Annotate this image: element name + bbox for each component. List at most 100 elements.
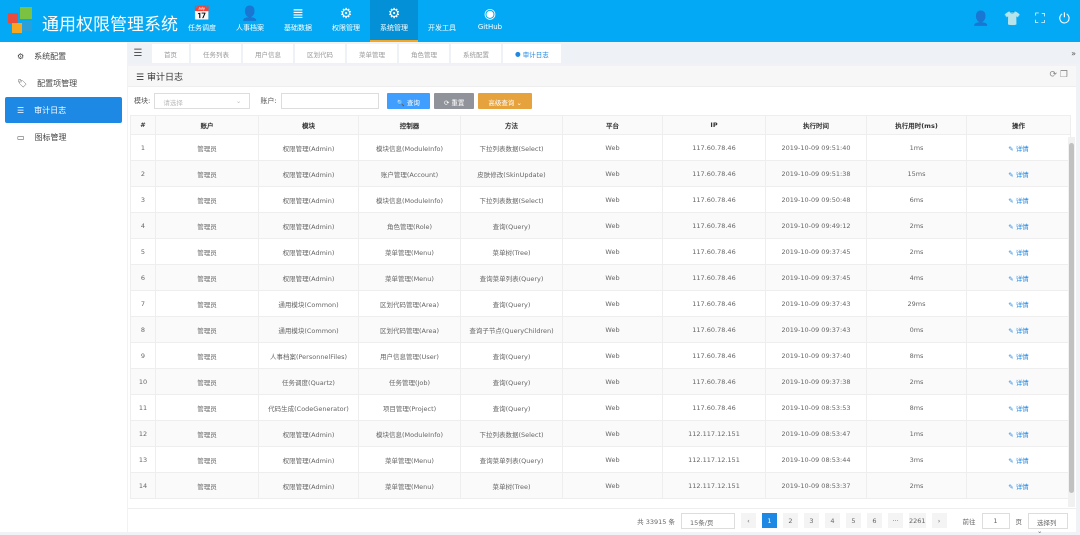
table-cell: Web: [562, 290, 663, 317]
sidebar-item-audit-log[interactable]: ☰ 审计日志: [5, 97, 122, 123]
tab[interactable]: 任务列表: [191, 44, 241, 63]
tab[interactable]: 首页: [152, 44, 189, 63]
table-row: 4 管理员 权限管理(Admin) 角色管理(Role) 查询(Query) Web 117…: [130, 212, 1071, 239]
table-cell: 通用模块(Common): [258, 290, 359, 317]
detail-link[interactable]: ✎ 详情: [1008, 171, 1029, 179]
table-cell: 8ms: [866, 394, 967, 421]
database-icon: ≣: [292, 6, 304, 22]
tabs-more-icon[interactable]: »: [1071, 49, 1076, 58]
user-icon[interactable]: 👤: [972, 11, 989, 27]
page-size-select[interactable]: 15条/页: [680, 512, 735, 529]
app-title: 通用权限管理系统: [42, 15, 178, 35]
detail-link[interactable]: ✎ 详情: [1008, 353, 1029, 361]
nav-item[interactable]: ◉ GitHub: [466, 0, 514, 42]
detail-link[interactable]: ✎ 详情: [1008, 327, 1029, 335]
table-cell: 菜单管理(Menu): [358, 472, 461, 499]
audit-log-table: # 账户 模块 控制器 方法 平台 IP 执行时间 执行用时(ms) 操作 1 管理员 权限管理(Ad…: [130, 115, 1071, 499]
table-cell: 管理员: [155, 238, 259, 265]
table-cell: 117.60.78.46: [662, 342, 766, 369]
prev-page-button[interactable]: ‹: [740, 513, 756, 528]
table-cell: 1: [130, 134, 156, 161]
tab[interactable]: 角色管理: [399, 44, 449, 63]
fullscreen-icon[interactable]: ⛶: [1035, 11, 1045, 27]
search-button[interactable]: 🔍 查询: [386, 93, 430, 109]
next-page-button[interactable]: ›: [931, 513, 947, 528]
cogs-icon: ⚙: [339, 6, 353, 22]
page-button[interactable]: 2: [782, 513, 798, 528]
table-cell: 2ms: [866, 212, 967, 239]
table-cell: 管理员: [155, 420, 259, 447]
select-columns-button[interactable]: 选择列 ⌄: [1028, 512, 1068, 535]
table-cell: 2ms: [866, 368, 967, 395]
page-button[interactable]: 6: [866, 513, 882, 528]
table-scrollbar[interactable]: [1068, 137, 1075, 507]
page-button[interactable]: 2261: [908, 513, 926, 528]
table-cell: Web: [562, 238, 663, 265]
page-button[interactable]: 5: [845, 513, 861, 528]
menu-toggle-icon[interactable]: ☰: [128, 48, 148, 59]
table-cell: 14: [130, 472, 156, 499]
skin-icon[interactable]: 👕: [1004, 11, 1021, 27]
detail-link[interactable]: ✎ 详情: [1008, 223, 1029, 231]
sidebar-item-config-items[interactable]: 🏷 配置项管理: [5, 70, 122, 96]
table-row: 10 管理员 任务调度(Quartz) 任务管理(Job) 查询(Query) Web 11…: [130, 368, 1071, 395]
refresh-icon[interactable]: ⟳: [1050, 70, 1058, 80]
table-cell: 2019-10-09 09:50:48: [765, 186, 867, 213]
detail-link[interactable]: ✎ 详情: [1008, 275, 1029, 283]
tab[interactable]: 系统配置: [451, 44, 501, 63]
nav-item[interactable]: ⚙ 权限管理: [322, 0, 370, 42]
maximize-icon[interactable]: ❐: [1060, 70, 1068, 80]
page-button[interactable]: 1: [761, 513, 777, 528]
detail-link[interactable]: ✎ 详情: [1008, 249, 1029, 257]
detail-link[interactable]: ✎ 详情: [1008, 379, 1029, 387]
edit-icon: ✎: [1008, 248, 1016, 257]
account-input[interactable]: [280, 93, 379, 109]
table-cell: Web: [562, 264, 663, 291]
page-button[interactable]: 3: [803, 513, 819, 528]
nav-item[interactable]: ⚙ 系统管理: [370, 0, 418, 42]
table-cell: 管理员: [155, 160, 259, 187]
table-cell: 区划代码管理(Area): [358, 290, 461, 317]
table-cell: 管理员: [155, 316, 259, 343]
table-cell: 查询(Query): [460, 290, 563, 317]
nav-item[interactable]: 👤 人事档案: [226, 0, 274, 42]
table-cell: 2019-10-09 09:37:45: [765, 264, 867, 291]
tab[interactable]: 用户信息: [243, 44, 293, 63]
audit-log-panel: ☰ 审计日志 ⟳ ❐ 模块: 请选择 ⌄ 账户: 🔍 查询 ⟳ 重置 高级查询 ⌄…: [128, 66, 1076, 532]
nav-item[interactable]: 开发工具: [418, 0, 466, 42]
table-cell: 下拉列表数据(Select): [460, 134, 563, 161]
advanced-search-button[interactable]: 高级查询 ⌄: [478, 93, 532, 109]
table-cell: 2019-10-09 09:37:43: [765, 316, 867, 343]
nav-item[interactable]: ≣ 基础数据: [274, 0, 322, 42]
table-cell: 管理员: [155, 290, 259, 317]
detail-link[interactable]: ✎ 详情: [1008, 457, 1029, 465]
table-cell: 12: [130, 420, 156, 447]
detail-link[interactable]: ✎ 详情: [1008, 483, 1029, 491]
nav-item[interactable]: 📅 任务调度: [178, 0, 226, 42]
detail-link[interactable]: ✎ 详情: [1008, 197, 1029, 205]
page-button[interactable]: ···: [887, 513, 903, 528]
edit-icon: ✎: [1008, 326, 1016, 335]
detail-link[interactable]: ✎ 详情: [1008, 145, 1029, 153]
goto-page-input[interactable]: 1: [981, 512, 1010, 529]
sidebar-item-icons[interactable]: ▭ 图标管理: [5, 124, 122, 150]
tab[interactable]: 区划代码: [295, 44, 345, 63]
edit-icon: ✎: [1008, 196, 1016, 205]
module-select[interactable]: 请选择 ⌄: [154, 93, 251, 109]
column-header: IP: [662, 115, 766, 135]
table-cell: 2: [130, 160, 156, 187]
table-cell: 117.60.78.46: [662, 160, 766, 187]
table-row: 14 管理员 权限管理(Admin) 菜单管理(Menu) 菜单树(Tree) Web 11…: [130, 472, 1071, 499]
table-cell: 菜单管理(Menu): [358, 446, 461, 473]
tab[interactable]: 菜单管理: [347, 44, 397, 63]
detail-link[interactable]: ✎ 详情: [1008, 431, 1029, 439]
page-button[interactable]: 4: [824, 513, 840, 528]
tab[interactable]: ● 审计日志: [503, 44, 561, 63]
detail-link[interactable]: ✎ 详情: [1008, 405, 1029, 413]
sidebar-item-system-config[interactable]: ⚙ 系统配置: [5, 43, 122, 69]
reset-button[interactable]: ⟳ 重置: [433, 93, 475, 109]
account-label: 账户:: [260, 97, 277, 105]
detail-link[interactable]: ✎ 详情: [1008, 301, 1029, 309]
table-cell: 查询(Query): [460, 394, 563, 421]
power-icon[interactable]: ⏻: [1059, 11, 1070, 27]
